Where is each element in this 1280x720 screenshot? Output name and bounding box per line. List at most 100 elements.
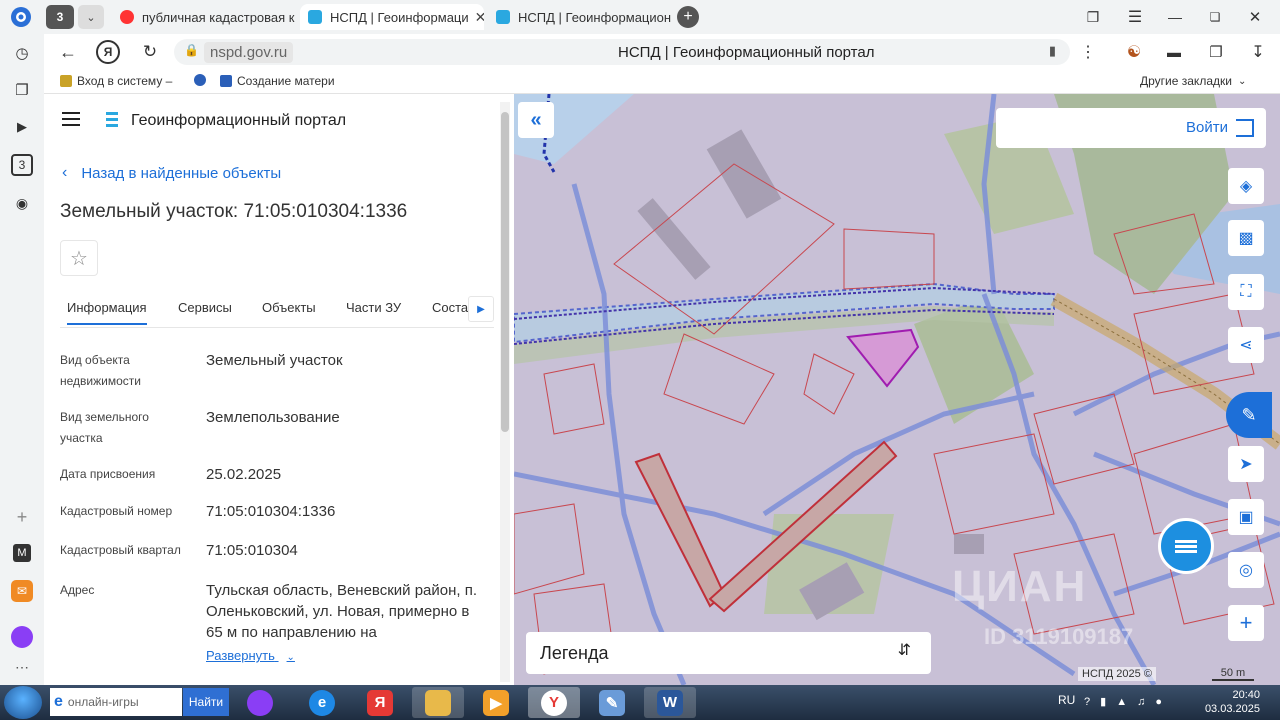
help-icon[interactable]: ? <box>1084 696 1100 708</box>
tab-services[interactable]: Сервисы <box>178 300 232 315</box>
map-canvas[interactable] <box>514 94 1280 685</box>
map-copyright: НСПД 2025 © <box>1078 667 1156 681</box>
taskbar-yandex-browser[interactable]: Y <box>528 687 580 718</box>
zoom-in-icon[interactable]: + <box>1228 605 1264 641</box>
alice-icon[interactable] <box>11 626 33 648</box>
word-icon: W <box>657 689 683 716</box>
taskbar-alice[interactable] <box>234 687 286 718</box>
portal-logo-icon <box>104 111 120 129</box>
favorite-star-icon[interactable]: ☆ <box>60 240 98 276</box>
clock[interactable]: 20:40 03.03.2025 <box>1205 688 1260 716</box>
address-domain: nspd.gov.ru <box>204 41 294 63</box>
browser-sidebar: ◷ ❐ ▶ 3 ◉ + M ✉ ⋯ <box>0 34 44 685</box>
reader-icon[interactable]: ❐ <box>1204 40 1228 64</box>
close-tab-icon[interactable]: ✕ <box>469 9 484 26</box>
counter-icon[interactable]: 3 <box>11 154 33 176</box>
menu-icon[interactable]: ☰ <box>1124 6 1146 28</box>
ie-icon: e <box>54 693 63 710</box>
lock-icon: 🔒 <box>184 43 199 57</box>
report-icon[interactable]: ✎ <box>1226 392 1272 438</box>
tab-cadastral[interactable]: публичная кадастровая к <box>112 4 296 30</box>
download-icon[interactable]: ↧ <box>1246 40 1270 64</box>
battery-icon[interactable]: ▮ <box>1100 696 1116 708</box>
camera-icon[interactable]: ◉ <box>11 192 33 214</box>
attr-value: Землепользование <box>206 409 340 426</box>
tab-nspd-active[interactable]: НСПД | Геоинформаци ✕ <box>300 4 484 30</box>
taskbar-search-field[interactable]: e онлайн-игры <box>50 688 182 716</box>
mail-icon[interactable]: ✉ <box>11 580 33 602</box>
tab-label: НСПД | Геоинформаци <box>330 9 469 25</box>
tab-counter-button[interactable]: 3 <box>46 5 74 29</box>
history-icon[interactable]: ◷ <box>11 42 33 64</box>
reload-icon[interactable]: ↻ <box>138 40 162 64</box>
bookmark-create[interactable]: Создание матери <box>220 74 335 88</box>
new-tab-button[interactable]: + <box>677 6 699 28</box>
search-area-icon[interactable]: ⛶ <box>1228 274 1264 310</box>
eagle-icon <box>60 75 72 87</box>
add-panel-icon[interactable]: + <box>11 506 33 528</box>
collapse-panel-icon[interactable]: « <box>518 102 554 138</box>
geolocation-icon[interactable]: ◎ <box>1228 552 1264 588</box>
start-button-icon[interactable] <box>4 686 42 719</box>
tab-parts[interactable]: Части ЗУ <box>346 300 401 315</box>
browser-logo-icon[interactable] <box>8 5 34 29</box>
more-menu-icon[interactable]: ⋮ <box>1078 40 1098 64</box>
ie-icon: e <box>309 689 335 716</box>
taskbar-word[interactable]: W <box>644 687 696 718</box>
tabs-dropdown-icon[interactable]: ⌄ <box>78 5 104 29</box>
tab-information[interactable]: Информация <box>67 300 147 325</box>
taskbar-yandex[interactable]: Я <box>354 687 406 718</box>
scrollbar-thumb[interactable] <box>501 112 509 432</box>
taskbar-explorer[interactable] <box>412 687 464 718</box>
volume-icon[interactable]: ♫ <box>1137 696 1155 708</box>
other-bookmarks[interactable]: Другие закладки ⌄ <box>1140 74 1246 88</box>
object-info-panel: Геоинформационный портал ‹ Назад в найде… <box>44 94 514 685</box>
tab-nspd-2[interactable]: НСПД | Геоинформацион <box>488 4 672 30</box>
panel-scrollbar[interactable] <box>500 102 510 682</box>
tabs-scroll-right-icon[interactable]: ▶ <box>468 296 494 322</box>
bookmark-blue-emblem[interactable] <box>194 74 211 86</box>
attr-value: 71:05:010304 <box>206 542 298 559</box>
minimap-icon[interactable]: ▣ <box>1228 499 1264 535</box>
bookmark-gosuslugi[interactable]: Вход в систему – <box>60 74 172 88</box>
network-icon[interactable]: ▲ <box>1116 696 1137 708</box>
tab-composition[interactable]: Соста <box>432 300 468 315</box>
restore-icon[interactable]: ❏ <box>1204 6 1226 28</box>
language-indicator[interactable]: RU <box>1058 693 1075 707</box>
navigation-icon[interactable]: ➤ <box>1228 446 1264 482</box>
layers-icon[interactable]: ◈ <box>1228 168 1264 204</box>
login-label: Войти <box>1186 119 1228 136</box>
extension-icon[interactable]: ☯ <box>1122 40 1146 64</box>
close-window-icon[interactable]: ✕ <box>1244 6 1266 28</box>
share-icon[interactable]: ⋖ <box>1228 327 1264 363</box>
taskbar-ie[interactable]: e <box>296 687 348 718</box>
bookmark-icon[interactable]: ▮ <box>1049 43 1056 59</box>
map-view[interactable]: ЦИАН ID 3119109187 « Войти ◈ ▩ ⛶ ⋖ ✎ ➤ ▣… <box>514 94 1280 685</box>
taskbar-search-button[interactable]: Найти <box>183 688 229 716</box>
back-icon[interactable]: ← <box>56 40 80 64</box>
portal-title: Геоинформационный портал <box>131 112 347 129</box>
address-bar[interactable]: 🔒 nspd.gov.ru НСПД | Геоинформационный п… <box>174 39 1070 65</box>
tab-manager-icon[interactable]: ❐ <box>1082 6 1104 28</box>
more-icon[interactable]: ⋯ <box>11 656 33 678</box>
tab-label: публичная кадастровая к <box>142 9 295 25</box>
expand-link[interactable]: Развернуть ⌄ <box>206 648 295 663</box>
taskbar-media[interactable]: ▶ <box>470 687 522 718</box>
minimize-icon[interactable]: — <box>1164 6 1186 28</box>
notification-icon[interactable]: ● <box>1155 696 1172 708</box>
yandex-home-icon[interactable]: Я <box>96 40 120 64</box>
login-button[interactable]: Войти <box>996 108 1266 148</box>
ruler-icon[interactable]: ▩ <box>1228 220 1264 256</box>
video-icon[interactable]: ▶ <box>11 116 33 138</box>
legend-dropdown[interactable]: Легенда ⇵ <box>526 632 931 674</box>
collections-icon[interactable]: ❐ <box>11 79 33 101</box>
back-to-results-link[interactable]: ‹ Назад в найденные объекты <box>62 164 281 182</box>
tray-icons: ?▮▲♫● <box>1084 695 1172 708</box>
tab-objects[interactable]: Объекты <box>262 300 316 315</box>
taskbar-paint[interactable]: ✎ <box>586 687 638 718</box>
attr-value: 25.02.2025 <box>206 466 282 483</box>
hat-icon[interactable]: ▬ <box>1162 40 1186 64</box>
hamburger-menu-icon[interactable] <box>62 112 80 126</box>
m-app-icon[interactable]: M <box>13 544 31 562</box>
chat-icon[interactable] <box>1158 518 1214 574</box>
